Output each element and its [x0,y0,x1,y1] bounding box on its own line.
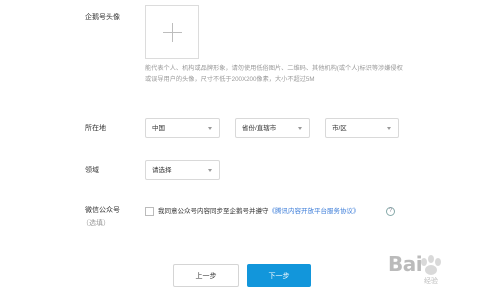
watermark-sub: 经验 [424,277,438,285]
plus-icon-vertical [172,23,173,42]
city-select[interactable]: 市/区 [325,118,399,138]
chevron-down-icon [387,127,391,130]
agree-checkbox[interactable] [145,207,154,216]
location-label: 所在地 [85,125,106,132]
field-value: 请选择 [152,167,172,174]
country-select[interactable]: 中国 [145,118,220,138]
agreement-link[interactable]: 《腾讯内容开放平台服务协议》 [269,208,360,215]
prev-button[interactable]: 上一步 [173,264,239,287]
province-value: 省份/直辖市 [242,125,277,132]
avatar-hint: 能代表个人、机构或品牌形象，请勿使用低俗图片、二维码、其他机构(或个人)标识等涉… [145,65,403,83]
field-label: 领域 [85,167,99,174]
chevron-down-icon [208,127,212,130]
wechat-optional: （选填） [82,220,110,227]
agree-text: 我同意公众号内容同步至企鹅号并遵守 [158,208,269,215]
country-value: 中国 [152,125,165,132]
wechat-label: 微信公众号 [85,207,120,214]
help-icon[interactable]: ? [386,207,395,216]
province-select[interactable]: 省份/直辖市 [235,118,310,138]
city-value: 市/区 [332,125,347,132]
chevron-down-icon [298,127,302,130]
chevron-down-icon [208,169,212,172]
avatar-upload[interactable] [145,5,199,59]
agree-text-container: 我同意公众号内容同步至企鹅号并遵守《腾讯内容开放平台服务协议》 [158,207,360,216]
avatar-label: 企鹅号头像 [85,14,120,21]
field-select[interactable]: 请选择 [145,160,220,180]
next-button[interactable]: 下一步 [247,264,311,287]
watermark-text: Bai [388,252,423,276]
